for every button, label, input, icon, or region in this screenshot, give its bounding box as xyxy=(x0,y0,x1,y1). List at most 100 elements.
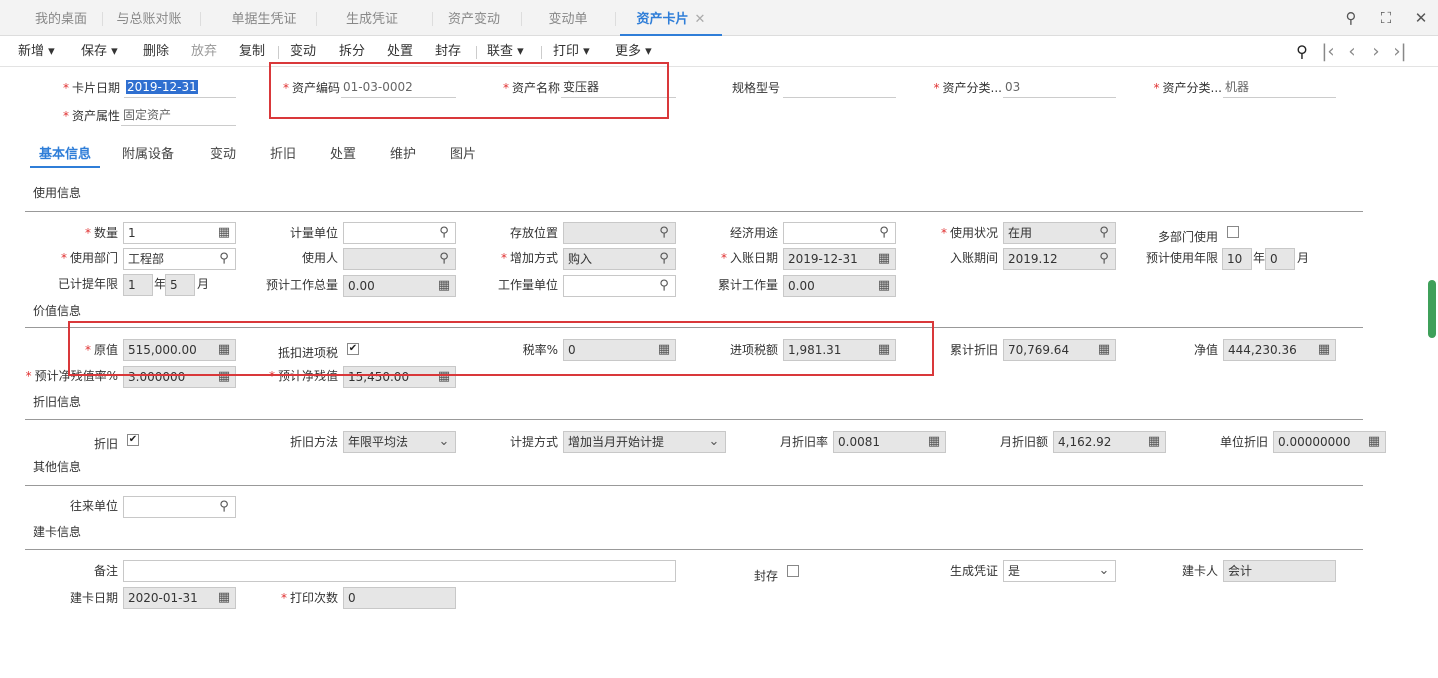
first-record-icon[interactable]: |‹ xyxy=(1318,41,1338,63)
subtab-picture[interactable]: 图片 xyxy=(450,144,476,168)
save-button[interactable]: 保存 ▾ xyxy=(81,42,118,62)
entry-date-field[interactable]: 2019-12-31 ▦ xyxy=(783,248,896,270)
creator-field[interactable]: 会计 xyxy=(1223,560,1336,582)
accrued-months-field[interactable]: 5 xyxy=(165,274,195,296)
discard-button[interactable]: 放弃 xyxy=(191,42,217,62)
user-field[interactable]: ⚲ xyxy=(343,248,456,270)
split-button[interactable]: 拆分 xyxy=(339,42,365,62)
last-record-icon[interactable]: ›| xyxy=(1390,41,1410,63)
tab-doc-voucher[interactable]: 单据生凭证 xyxy=(205,0,323,36)
status-label: * 使用状况 xyxy=(940,226,998,240)
accrual-select[interactable]: 增加当月开始计提 ⌄ xyxy=(563,431,726,453)
tab-gen-voucher[interactable]: 生成凭证 xyxy=(320,0,424,36)
calculator-icon[interactable]: ▦ xyxy=(1315,341,1333,359)
depr-checkbox[interactable]: ✔ xyxy=(127,434,139,446)
seal-button[interactable]: 封存 xyxy=(435,42,461,62)
calendar-icon[interactable]: ▦ xyxy=(215,589,233,607)
remark-field[interactable] xyxy=(123,560,676,582)
search-icon[interactable]: ⚲ xyxy=(215,498,233,516)
close-window-icon[interactable]: ✕ xyxy=(1411,8,1431,28)
tab-desktop[interactable]: 我的桌面 xyxy=(20,0,102,36)
category2-field[interactable]: 机器 xyxy=(1223,78,1336,98)
subtab-accessories[interactable]: 附属设备 xyxy=(122,144,174,168)
calculator-icon[interactable]: ▦ xyxy=(1145,433,1163,451)
add-method-field[interactable]: 购入 ⚲ xyxy=(563,248,676,270)
multi-dept-checkbox[interactable] xyxy=(1227,226,1239,238)
dispose-button[interactable]: 处置 xyxy=(387,42,413,62)
life-years-field[interactable]: 10 xyxy=(1222,248,1252,270)
search-icon[interactable]: ⚲ xyxy=(655,224,673,242)
scrollbar[interactable] xyxy=(1428,280,1436,338)
calculator-icon[interactable]: ▦ xyxy=(1365,433,1383,451)
life-months-field[interactable]: 0 xyxy=(1265,248,1295,270)
search-icon[interactable]: ⚲ xyxy=(435,224,453,242)
search-icon[interactable]: ⚲ xyxy=(655,277,673,295)
prev-record-icon[interactable]: ‹ xyxy=(1342,41,1362,63)
chevron-down-icon[interactable]: ⌄ xyxy=(435,433,453,451)
print-count-field[interactable]: 0 xyxy=(343,587,456,609)
subtab-maintenance[interactable]: 维护 xyxy=(390,144,416,168)
search-icon[interactable]: ⚲ xyxy=(215,250,233,268)
method-select[interactable]: 年限平均法 ⌄ xyxy=(343,431,456,453)
subtab-disposal[interactable]: 处置 xyxy=(330,144,356,168)
qty-field[interactable]: 1 ▦ xyxy=(123,222,236,244)
calculator-icon[interactable]: ▦ xyxy=(925,433,943,451)
chevron-down-icon[interactable]: ⌄ xyxy=(705,433,723,451)
change-button[interactable]: 变动 xyxy=(290,42,316,62)
calculator-icon[interactable]: ▦ xyxy=(1095,341,1113,359)
unit-depr-field[interactable]: 0.00000000 ▦ xyxy=(1273,431,1386,453)
zoom-search-icon[interactable]: ⚲ xyxy=(1292,41,1312,63)
monthly-amt-field[interactable]: 4,162.92 ▦ xyxy=(1053,431,1166,453)
close-icon[interactable]: ✕ xyxy=(695,12,706,27)
status-field[interactable]: 在用 ⚲ xyxy=(1003,222,1116,244)
subtab-basic[interactable]: 基本信息 xyxy=(30,144,100,168)
accum-work-field[interactable]: 0.00 ▦ xyxy=(783,275,896,297)
card-date-field[interactable]: 2019-12-31 xyxy=(124,78,236,98)
link-button[interactable]: 联查 ▾ xyxy=(487,42,524,62)
partner-field[interactable]: ⚲ xyxy=(123,496,236,518)
more-button[interactable]: 更多 ▾ xyxy=(615,42,652,62)
delete-button[interactable]: 删除 xyxy=(143,42,169,62)
unit-field[interactable]: ⚲ xyxy=(343,222,456,244)
search-icon[interactable]: ⚲ xyxy=(435,250,453,268)
subtab-depreciation[interactable]: 折旧 xyxy=(270,144,296,168)
accrued-years-field[interactable]: 1 xyxy=(123,274,153,296)
search-icon[interactable]: ⚲ xyxy=(1095,250,1113,268)
create-date-field[interactable]: 2020-01-31 ▦ xyxy=(123,587,236,609)
copy-button[interactable]: 复制 xyxy=(239,42,265,62)
gen-voucher-select[interactable]: 是 ⌄ xyxy=(1003,560,1116,582)
total-work-field[interactable]: 0.00 ▦ xyxy=(343,275,456,297)
search-icon[interactable]: ⚲ xyxy=(1341,8,1361,28)
monthly-rate-field[interactable]: 0.0081 ▦ xyxy=(833,431,946,453)
calculator-icon[interactable]: ▦ xyxy=(875,277,893,295)
accrued-label: 已计提年限 xyxy=(57,277,118,291)
search-icon[interactable]: ⚲ xyxy=(875,224,893,242)
calendar-icon[interactable]: ▦ xyxy=(875,250,893,268)
category1-field[interactable]: 03 xyxy=(1003,78,1116,98)
work-unit-field[interactable]: ⚲ xyxy=(563,275,676,297)
maximize-icon[interactable]: ⛶ xyxy=(1376,8,1396,28)
print-button[interactable]: 打印 ▾ xyxy=(553,42,590,62)
calculator-icon[interactable]: ▦ xyxy=(435,277,453,295)
spec-field[interactable] xyxy=(783,78,896,98)
entry-period-field[interactable]: 2019.12 ⚲ xyxy=(1003,248,1116,270)
new-button[interactable]: 新增 ▾ xyxy=(18,42,55,62)
econ-field[interactable]: ⚲ xyxy=(783,222,896,244)
tab-asset-card[interactable]: 资产卡片 ✕ xyxy=(620,0,722,36)
search-icon[interactable]: ⚲ xyxy=(1095,224,1113,242)
chevron-down-icon[interactable]: ⌄ xyxy=(1095,562,1113,580)
search-icon[interactable]: ⚲ xyxy=(655,250,673,268)
subtab-change[interactable]: 变动 xyxy=(210,144,236,168)
tab-change-doc[interactable]: 变动单 xyxy=(523,0,613,36)
tab-reconcile[interactable]: 与总账对账 xyxy=(103,0,195,36)
sealed-checkbox[interactable] xyxy=(787,565,799,577)
accum-depr-field[interactable]: 70,769.64 ▦ xyxy=(1003,339,1116,361)
calculator-icon[interactable]: ▦ xyxy=(215,224,233,242)
year-unit: 年 xyxy=(1253,251,1266,265)
net-field[interactable]: 444,230.36 ▦ xyxy=(1223,339,1336,361)
dept-field[interactable]: 工程部 ⚲ xyxy=(123,248,236,270)
location-field[interactable]: ⚲ xyxy=(563,222,676,244)
next-record-icon[interactable]: › xyxy=(1366,41,1386,63)
asset-attr-field[interactable]: 固定资产 xyxy=(121,106,236,126)
tab-asset-change[interactable]: 资产变动 xyxy=(428,0,520,36)
